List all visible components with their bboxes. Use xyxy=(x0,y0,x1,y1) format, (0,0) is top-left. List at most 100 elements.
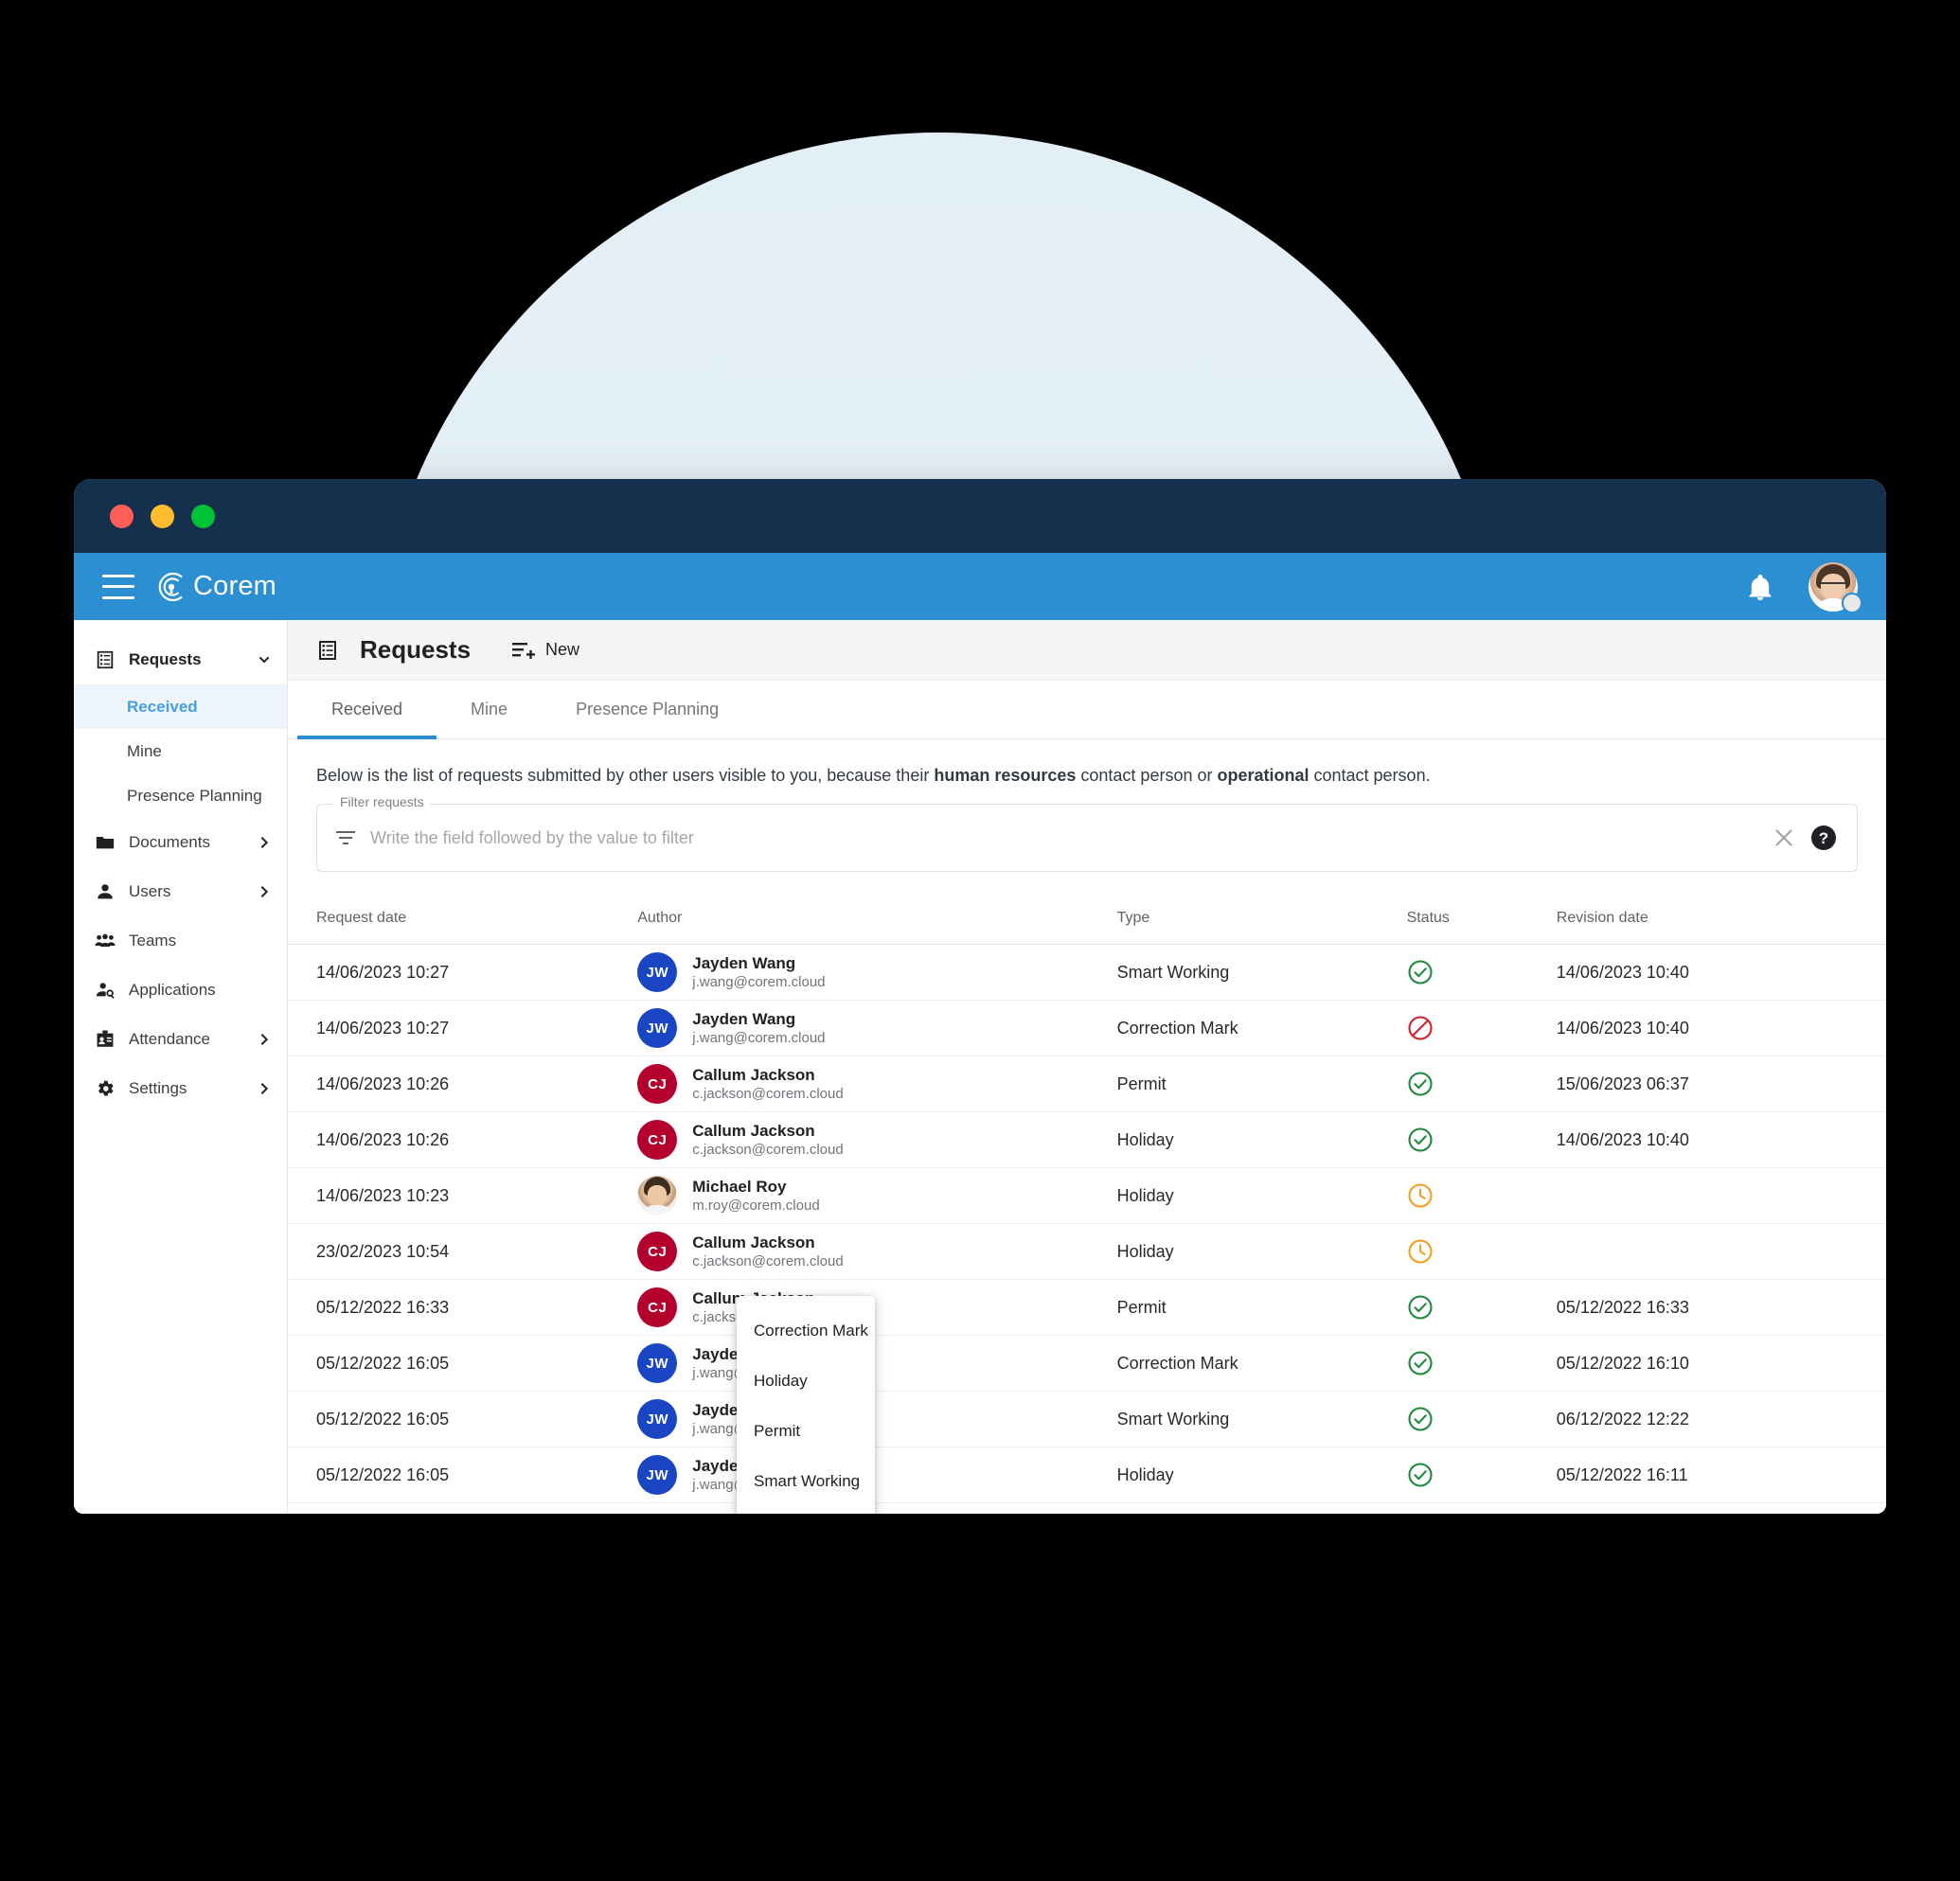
menu-item-smart-working[interactable]: Smart Working xyxy=(737,1456,875,1506)
cell-revision-date: 05/12/2022 16:10 xyxy=(1556,1335,1886,1393)
maximize-window-button[interactable] xyxy=(191,504,215,528)
folder-icon xyxy=(95,832,116,853)
table-row[interactable]: 14/06/2023 10:23 Michael Roy m.roy@corem.c… xyxy=(288,1167,1886,1225)
table-row[interactable]: 14/06/2023 10:26 CJ Callum Jackson c.jackso… xyxy=(288,1056,1886,1113)
sidebar-item-users[interactable]: Users xyxy=(74,867,287,916)
column-header-status[interactable]: Status xyxy=(1406,893,1557,946)
hamburger-icon[interactable] xyxy=(102,574,134,599)
column-header-revision-date[interactable]: Revision date xyxy=(1556,893,1886,946)
sidebar-item-mine[interactable]: Mine xyxy=(74,729,287,773)
search-input[interactable] xyxy=(370,827,1758,848)
sidebar-item-applications[interactable]: Applications xyxy=(74,966,287,1015)
status-badge xyxy=(1406,1167,1557,1225)
cell-revision-date: 15/06/2023 06:37 xyxy=(1556,1056,1886,1113)
author-name: Jayden Wang xyxy=(692,1009,796,1028)
sidebar-item-presence-planning[interactable]: Presence Planning xyxy=(74,773,287,818)
chevron-placeholder xyxy=(257,983,272,998)
table-row[interactable]: 05/12/2022 16:33CJCallum Jacksonc.jackso… xyxy=(288,1279,1886,1337)
avatar[interactable] xyxy=(1809,561,1862,613)
bell-icon[interactable] xyxy=(1744,571,1776,603)
description-part3: contact person. xyxy=(1309,766,1431,785)
filter-field-container[interactable]: Filter requests Write the field followed… xyxy=(316,794,1858,873)
column-header-type[interactable]: Type xyxy=(1116,893,1407,946)
sidebar-subitem-label: Presence Planning xyxy=(127,786,262,805)
author-email: j.wang@corem.cloud xyxy=(692,1030,826,1047)
cell-author: CJ Callum Jackson c.jackson@corem.cloud xyxy=(637,1111,1117,1169)
author-email: c.jackson@corem.cloud xyxy=(692,1086,844,1103)
list-icon xyxy=(316,639,339,662)
cell-revision-date: 05/12/2022 16:11 xyxy=(1556,1446,1886,1504)
gear-icon xyxy=(95,1078,116,1099)
sidebar-item-requests[interactable]: Requests xyxy=(74,635,287,684)
brand-logo[interactable]: Corem xyxy=(155,571,276,603)
main-content: Requests New Received Mine Presence Plan… xyxy=(288,620,1886,1514)
cell-type: Smart Working xyxy=(1116,944,1407,1002)
status-badge xyxy=(1406,1000,1557,1057)
tab-received[interactable]: Received xyxy=(297,681,437,739)
column-header-request-date[interactable]: Request date xyxy=(288,893,638,946)
cell-revision-date: 05/12/2022 16:33 xyxy=(1556,1279,1886,1337)
close-window-button[interactable] xyxy=(110,504,134,528)
tab-label: Received xyxy=(331,700,403,719)
table-header-row: Request date Author Type Status Revision… xyxy=(288,893,1886,946)
cell-type: Holiday xyxy=(1116,1167,1407,1225)
cell-request-date: 05/12/2022 16:05 xyxy=(288,1335,638,1393)
table-row[interactable]: 05/12/2022 16:05JWJayden Wangj.wang@core… xyxy=(288,1335,1886,1393)
chevron-placeholder xyxy=(257,933,272,949)
chevron-right-icon xyxy=(257,1081,272,1096)
menu-item-label: Holiday xyxy=(754,1371,808,1390)
brand-name: Corem xyxy=(193,571,277,601)
chevron-right-icon xyxy=(257,835,272,850)
minimize-window-button[interactable] xyxy=(151,504,174,528)
table-row[interactable]: 14/06/2023 10:27 JW Jayden Wang j.wang@core… xyxy=(288,944,1886,1002)
sidebar-item-label: Requests xyxy=(129,650,202,668)
requests-table: Request date Author Type Status Revision… xyxy=(288,893,1886,1504)
status-badge xyxy=(1406,1279,1557,1337)
cell-type: Holiday xyxy=(1116,1446,1407,1504)
menu-item-holiday[interactable]: Holiday xyxy=(737,1356,875,1406)
cell-request-date: 05/12/2022 16:05 xyxy=(288,1446,638,1504)
chevron-down-icon xyxy=(257,652,272,667)
cell-type: Correction Mark xyxy=(1116,1000,1407,1057)
menu-item-permit[interactable]: Permit xyxy=(737,1406,875,1456)
description-bold-hr: human resources xyxy=(934,766,1077,785)
sidebar-item-settings[interactable]: Settings xyxy=(74,1064,287,1113)
table-row[interactable]: 23/02/2023 10:54 CJ Callum Jackson c.jackso… xyxy=(288,1223,1886,1281)
close-icon[interactable] xyxy=(1772,825,1796,850)
table-row[interactable]: 14/06/2023 10:27 JW Jayden Wang j.wang@core… xyxy=(288,1000,1886,1057)
tab-label: Presence Planning xyxy=(576,700,720,719)
new-request-button[interactable]: New xyxy=(512,640,579,660)
status-badge xyxy=(1406,944,1557,1002)
author-name: Callum Jackson xyxy=(692,1121,815,1140)
sidebar-item-attendance[interactable]: Attendance xyxy=(74,1015,287,1064)
chevron-right-icon xyxy=(257,1032,272,1047)
tab-mine[interactable]: Mine xyxy=(437,681,542,739)
status-badge xyxy=(1406,1391,1557,1448)
tab-presence-planning[interactable]: Presence Planning xyxy=(542,681,753,739)
cell-author: Michael Roy m.roy@corem.cloud xyxy=(637,1167,1117,1225)
sidebar-item-label: Documents xyxy=(129,833,210,851)
status-badge xyxy=(1406,1056,1557,1113)
new-request-label: New xyxy=(545,640,580,659)
sidebar-item-teams[interactable]: Teams xyxy=(74,916,287,966)
column-header-author[interactable]: Author xyxy=(637,893,1117,946)
badge-icon xyxy=(95,1029,116,1050)
cell-request-date: 23/02/2023 10:54 xyxy=(288,1223,638,1281)
cell-revision-date: 14/06/2023 10:40 xyxy=(1556,944,1886,1002)
tab-label: Mine xyxy=(471,700,508,719)
help-icon[interactable]: ? xyxy=(1809,824,1838,852)
cell-request-date: 14/06/2023 10:27 xyxy=(288,1000,638,1057)
table-row[interactable]: 05/12/2022 16:05JWJayden Wangj.wang@core… xyxy=(288,1391,1886,1448)
new-request-dropdown-menu: Correction Mark Holiday Permit Smart Wor… xyxy=(737,1296,875,1514)
table-row[interactable]: 05/12/2022 16:05JWJayden Wangj.wang@core… xyxy=(288,1446,1886,1504)
author-email: m.roy@corem.cloud xyxy=(692,1198,820,1215)
app-body: Requests Received Mine Presence Planning xyxy=(74,620,1886,1514)
cell-author: JW Jayden Wang j.wang@corem.cloud xyxy=(637,1000,1117,1057)
sidebar-item-received[interactable]: Received xyxy=(74,684,287,729)
avatar: CJ xyxy=(637,1287,678,1328)
avatar xyxy=(637,1176,678,1216)
menu-item-correction-mark[interactable]: Correction Mark xyxy=(737,1305,875,1356)
sidebar-item-documents[interactable]: Documents xyxy=(74,818,287,867)
table-row[interactable]: 14/06/2023 10:26 CJ Callum Jackson c.jackso… xyxy=(288,1111,1886,1169)
sidebar-subitem-label: Received xyxy=(127,697,198,716)
